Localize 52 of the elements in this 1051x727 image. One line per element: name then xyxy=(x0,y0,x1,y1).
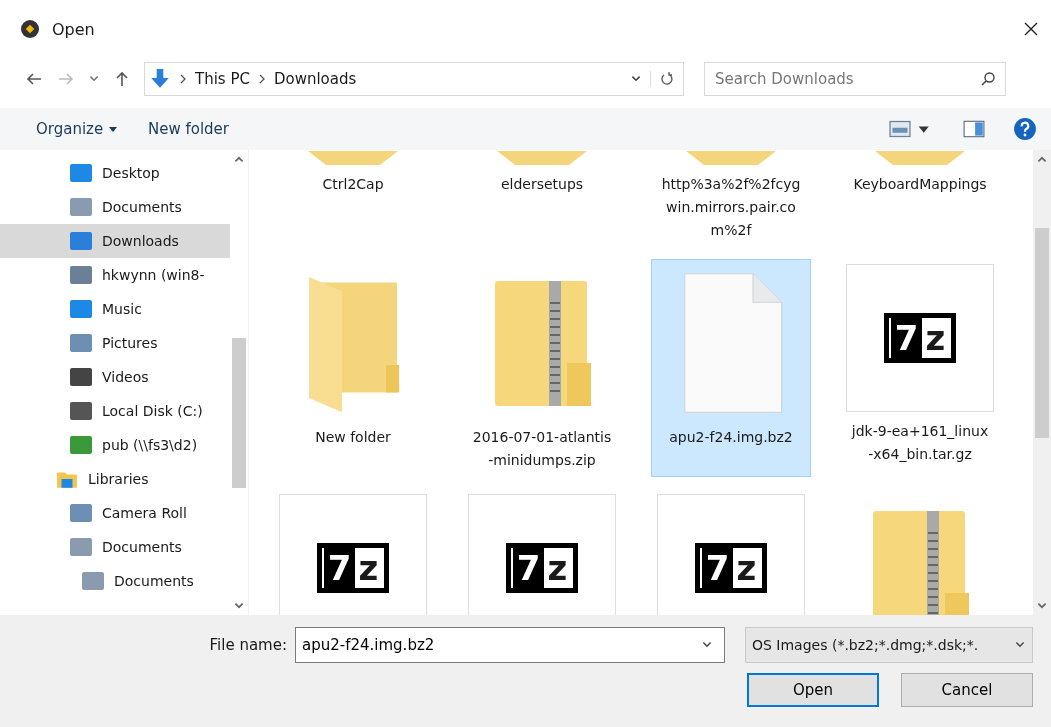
dialog-button[interactable]: Open xyxy=(747,673,879,707)
sidebar-item[interactable]: Documents xyxy=(0,564,230,598)
folder-item[interactable]: Ctrl2Cap xyxy=(273,150,433,247)
file-type-dropdown[interactable]: OS Images (*.bz2;*.dmg;*.dsk;*. xyxy=(745,627,1033,663)
sidebar-item[interactable]: Libraries xyxy=(0,462,230,496)
file-name: jdk-9-ea+161_linux-x64_bin.tar.gz xyxy=(850,422,990,464)
caret-icon xyxy=(107,124,118,134)
sidebar-item[interactable]: Desktop xyxy=(0,156,230,190)
file-name: http%3a%2f%2fcygwin.mirrors.pair.com%2f xyxy=(661,175,801,240)
folder-item[interactable]: eldersetups xyxy=(462,150,622,247)
dialog-button[interactable]: Cancel xyxy=(901,673,1033,707)
file-name: apu2-f24.img.bz2 xyxy=(668,428,794,447)
help-icon[interactable] xyxy=(1013,117,1037,141)
download-arrow-icon xyxy=(149,68,171,90)
file-name: Ctrl2Cap xyxy=(321,175,385,194)
sidebar-item[interactable]: Local Disk (C:) xyxy=(0,394,230,428)
chevron-icon xyxy=(179,74,187,84)
file-item[interactable]: 2016-07-01-atlantis-minidumps.zip xyxy=(462,259,622,477)
breadcrumb[interactable]: This PC xyxy=(195,70,250,88)
sidebar-item[interactable]: hkwynn (win8- xyxy=(0,258,230,292)
organize-button[interactable]: Organize xyxy=(28,116,126,142)
sidebar-item[interactable]: Music xyxy=(0,292,230,326)
file-item[interactable]: apu2-f24.img.bz2 xyxy=(651,259,811,477)
address-bar[interactable]: This PC Downloads xyxy=(144,62,684,96)
file-name-label: File name: xyxy=(209,636,287,654)
sidebar-item[interactable]: Documents xyxy=(0,530,230,564)
sidebar-item[interactable]: Camera Roll xyxy=(0,496,230,530)
file-name: KeyboardMappings xyxy=(852,175,988,194)
file-name: 2016-07-01-atlantis-minidumps.zip xyxy=(472,428,612,470)
window-title: Open xyxy=(52,19,96,39)
search-icon xyxy=(980,71,996,87)
sidebar-item[interactable]: Pictures xyxy=(0,326,230,360)
app-icon xyxy=(20,19,40,39)
new-folder-button[interactable]: New folder xyxy=(139,116,237,142)
file-name-field[interactable]: apu2-f24.img.bz2 xyxy=(295,627,725,663)
search-field[interactable]: Search Downloads xyxy=(704,62,1006,96)
folder-item[interactable]: http%3a%2f%2fcygwin.mirrors.pair.com%2f xyxy=(651,150,811,247)
library-folder-icon xyxy=(56,469,78,489)
close-icon[interactable] xyxy=(1023,21,1039,37)
preview-pane-icon[interactable] xyxy=(963,120,985,138)
sidebar-item[interactable]: Documents xyxy=(0,190,230,224)
breadcrumb[interactable]: Downloads xyxy=(273,70,357,88)
chevron-icon xyxy=(257,74,266,84)
file-name: eldersetups xyxy=(499,175,585,194)
refresh-icon[interactable] xyxy=(650,71,675,87)
files-scrollbar[interactable] xyxy=(1033,150,1051,615)
sidebar-item[interactable]: Videos xyxy=(0,360,230,394)
folder-item[interactable]: KeyboardMappings xyxy=(840,150,1000,247)
sidebar-item[interactable]: Downloads xyxy=(0,224,230,258)
file-name: New folder xyxy=(314,428,392,447)
sidebar-item[interactable]: pub (\\fs3\d2) xyxy=(0,428,230,462)
file-item[interactable]: New folder xyxy=(273,259,433,477)
